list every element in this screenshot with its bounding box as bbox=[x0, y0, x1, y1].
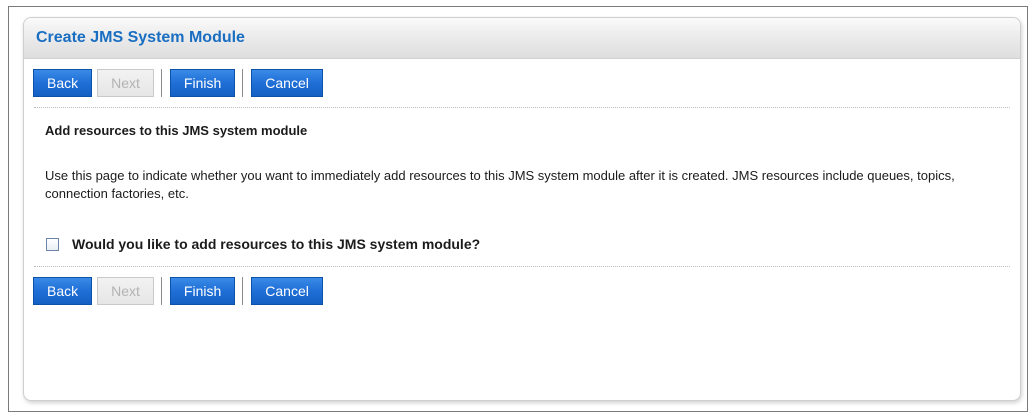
cancel-button[interactable]: Cancel bbox=[251, 69, 323, 97]
next-button[interactable]: Next bbox=[97, 69, 154, 97]
page-description: Use this page to indicate whether you wa… bbox=[45, 168, 955, 201]
page-title: Create JMS System Module bbox=[36, 29, 245, 46]
panel-header: Create JMS System Module bbox=[24, 18, 1020, 59]
back-button[interactable]: Back bbox=[33, 69, 93, 97]
finish-button[interactable]: Finish bbox=[169, 69, 236, 97]
button-separator bbox=[160, 69, 162, 97]
button-separator bbox=[242, 69, 244, 97]
add-resources-option: Would you like to add resources to this … bbox=[24, 203, 1020, 252]
top-button-bar: Back Next Finish Cancel bbox=[24, 59, 1020, 107]
back-button[interactable]: Back bbox=[33, 277, 93, 305]
add-resources-checkbox[interactable] bbox=[46, 237, 59, 251]
next-button[interactable]: Next bbox=[97, 277, 154, 305]
finish-button[interactable]: Finish bbox=[169, 277, 236, 305]
add-resources-checkbox-label[interactable]: Would you like to add resources to this … bbox=[72, 236, 480, 252]
button-separator bbox=[160, 277, 162, 305]
bottom-button-bar: Back Next Finish Cancel bbox=[24, 267, 1020, 315]
button-separator bbox=[242, 277, 244, 305]
section-heading: Add resources to this JMS system module bbox=[45, 123, 308, 138]
create-jms-system-module-panel: Create JMS System Module Back Next Finis… bbox=[23, 17, 1021, 401]
cancel-button[interactable]: Cancel bbox=[251, 277, 323, 305]
